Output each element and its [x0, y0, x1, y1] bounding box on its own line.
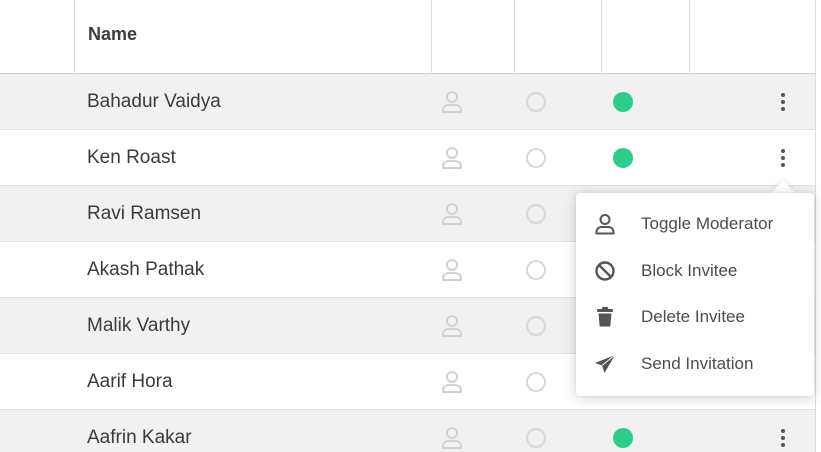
menu-item-label: Delete Invitee	[641, 307, 745, 326]
select-radio[interactable]	[526, 428, 546, 448]
select-radio[interactable]	[526, 204, 546, 224]
menu-item-block-invitee[interactable]: Block Invitee	[576, 249, 814, 296]
column-header-name[interactable]: Name	[88, 24, 137, 45]
invitee-name: Aarif Hora	[87, 371, 173, 392]
online-status-dot	[613, 148, 633, 168]
more-options-icon[interactable]	[774, 88, 792, 116]
user-icon[interactable]	[441, 370, 463, 394]
user-icon[interactable]	[441, 202, 463, 226]
invitee-name: Ravi Ramsen	[87, 203, 202, 224]
select-radio[interactable]	[526, 260, 546, 280]
trash-icon	[597, 307, 613, 327]
user-icon[interactable]	[441, 426, 463, 450]
column-divider	[601, 0, 602, 74]
menu-item-label: Block Invitee	[641, 260, 738, 280]
table-right-border	[815, 0, 816, 452]
invitee-name: Bahadur Vaidya	[87, 91, 221, 112]
online-status-dot	[613, 92, 633, 112]
more-options-icon[interactable]	[774, 144, 792, 172]
column-divider	[514, 0, 515, 74]
invitee-name: Malik Varthy	[87, 315, 191, 336]
more-options-icon[interactable]	[774, 424, 792, 452]
table-row: Bahadur Vaidya	[0, 74, 815, 130]
menu-item-delete-invitee[interactable]: Delete Invitee	[576, 295, 814, 342]
column-divider	[431, 0, 432, 74]
column-divider	[689, 0, 690, 74]
user-icon	[595, 214, 615, 235]
select-radio[interactable]	[526, 148, 546, 168]
menu-item-send-invitation[interactable]: Send Invitation	[576, 342, 814, 389]
send-icon	[595, 354, 616, 373]
menu-item-label: Send Invitation	[641, 353, 754, 373]
table-row: Ken Roast	[0, 130, 815, 186]
user-icon[interactable]	[441, 258, 463, 282]
invitee-name: Akash Pathak	[87, 259, 205, 280]
menu-item-label: Toggle Moderator	[641, 214, 774, 233]
column-divider	[74, 0, 75, 74]
invitee-name: Aafrin Kakar	[87, 427, 192, 448]
menu-item-toggle-moderator[interactable]: Toggle Moderator	[576, 202, 814, 249]
table-header: Name	[0, 0, 815, 74]
user-icon[interactable]	[441, 146, 463, 170]
user-icon[interactable]	[441, 90, 463, 114]
select-radio[interactable]	[526, 372, 546, 392]
invitee-name: Ken Roast	[87, 147, 176, 168]
block-icon	[595, 260, 615, 281]
select-radio[interactable]	[526, 92, 546, 112]
table-row: Aafrin Kakar	[0, 410, 815, 452]
online-status-dot	[613, 428, 633, 448]
user-icon[interactable]	[441, 314, 463, 338]
row-actions-menu: Toggle Moderator Block Invitee Delete In…	[576, 193, 814, 396]
select-radio[interactable]	[526, 316, 546, 336]
